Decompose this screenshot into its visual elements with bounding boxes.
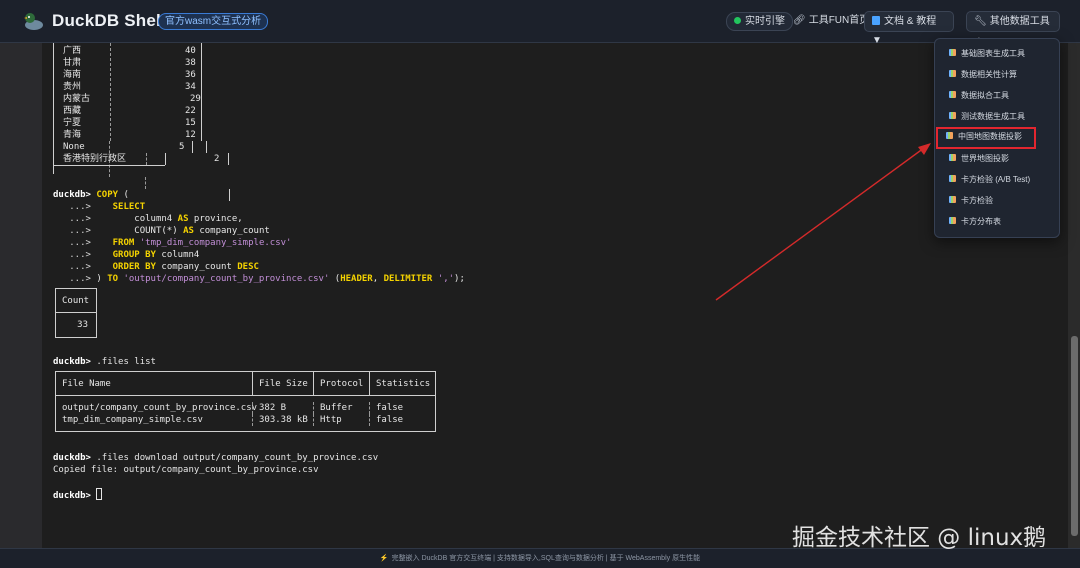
docs-label: 文档 & 教程 ▼ — [872, 16, 937, 46]
table-row: 甘肃 — [63, 58, 82, 68]
table-cell: 38 — [185, 58, 196, 68]
table-cell: Buffer — [314, 402, 370, 414]
book-icon — [872, 15, 880, 25]
home-link[interactable]: 🔗︎ 工具FUN首页 — [786, 12, 876, 31]
table-cell: 15 — [185, 118, 196, 128]
table-cell: 5 — [179, 142, 185, 152]
scrollbar-thumb[interactable] — [1071, 336, 1078, 536]
other-tools-menu: 基础图表生成工具 数据相关性计算 数据拟合工具 测试数据生成工具 中国地图数据投… — [934, 38, 1060, 238]
table-cell: 22 — [185, 106, 196, 116]
table-header-row: File Name File Size Protocol Statistics — [56, 372, 435, 396]
table-header: Protocol — [314, 372, 370, 395]
table-cell: 40 — [185, 46, 196, 56]
table-cell: 34 — [185, 82, 196, 92]
menu-item-basic-chart-tool[interactable]: 基础图表生成工具 — [941, 44, 1055, 63]
table-row: 海南 — [63, 70, 82, 80]
brand-title: DuckDB Shell — [52, 11, 166, 30]
lightning-icon: ⚡ — [379, 555, 389, 562]
table-body: output/company_count_by_province.csv 382… — [56, 396, 435, 431]
menu-item-chi-square-table[interactable]: 卡方分布表 — [941, 212, 1055, 231]
terminal-cursor — [96, 488, 103, 500]
table-divider — [110, 43, 111, 141]
menu-item-chi-square-ab-test[interactable]: 卡方检验 (A/B Test) — [941, 170, 1055, 189]
chart-icon — [946, 132, 953, 140]
chart-icon — [949, 91, 956, 99]
table-header: Count — [56, 289, 96, 313]
table-header: File Size — [253, 372, 314, 395]
table-row: 香港特别行政区 — [63, 154, 127, 164]
table-row: 宁夏 — [63, 118, 82, 128]
terminal-scrollbar[interactable] — [1068, 43, 1080, 548]
app-header: DuckDB Shell 官方wasm交互式分析 实时引擎 🔗︎ 工具FUN首页 … — [0, 0, 1080, 46]
table-cell: false — [376, 403, 404, 413]
table-header: Statistics — [376, 379, 431, 389]
table-cell: 36 — [185, 70, 196, 80]
table-row: 西藏 — [63, 106, 82, 116]
table-cell: 40 — [174, 43, 185, 45]
footer-text: 完整嵌入 DuckDB 官方交互终端 | 支持数据导入,SQL查询与数据分析 |… — [391, 555, 701, 562]
files-download-command: duckdb> .files download output/company_c… — [53, 453, 379, 463]
table-row: 贵州 — [63, 82, 82, 92]
table-cell: tmp_dim_company_simple.csv — [56, 414, 253, 426]
brand-badge: 官方wasm交互式分析 — [158, 13, 269, 30]
chart-icon — [949, 154, 956, 162]
table-cell: 382 B — [253, 402, 314, 414]
terminal-output: 山西 40 广西 40 甘肃 38 海南 36 贵州 34 内蒙古 29 西藏 … — [53, 43, 953, 501]
status-dot-icon — [734, 16, 741, 24]
table-border-left — [53, 43, 54, 174]
table-row: output/company_count_by_province.csv 382… — [56, 402, 435, 414]
menu-item-world-map-projection[interactable]: 世界地图投影 — [941, 149, 1055, 168]
home-link-label: 工具FUN首页 — [808, 15, 870, 26]
table-cell: 12 — [185, 130, 196, 140]
table-cell: 303.38 kB — [253, 414, 314, 426]
table-border-right — [201, 43, 202, 141]
table-cell: 2 — [214, 154, 220, 164]
table-cell: Http — [314, 414, 370, 426]
live-engine-status: 实时引擎 — [726, 12, 793, 31]
table-row: 广西 — [63, 46, 82, 56]
menu-item-china-map-projection[interactable]: 中国地图数据投影 — [936, 127, 1036, 149]
table-row: None — [63, 142, 85, 152]
duck-logo-icon — [24, 13, 43, 30]
duckdb-terminal[interactable]: 山西 40 广西 40 甘肃 38 海南 36 贵州 34 内蒙古 29 西藏 … — [42, 43, 1068, 548]
prompt: duckdb> — [53, 453, 91, 463]
table-cell: output/company_count_by_province.csv — [56, 402, 257, 414]
copied-file-message: Copied file: output/company_count_by_pro… — [53, 465, 319, 475]
input-line[interactable]: duckdb> — [53, 488, 953, 501]
table-row: tmp_dim_company_simple.csv 303.38 kB Htt… — [56, 414, 435, 426]
menu-item-test-data-generator[interactable]: 测试数据生成工具 — [941, 107, 1055, 126]
table-border-bottom — [53, 165, 165, 166]
files-result-table: File Name File Size Protocol Statistics … — [55, 371, 436, 432]
table-header: File Name — [56, 372, 253, 395]
live-engine-label: 实时引擎 — [745, 16, 785, 27]
docs-dropdown-button[interactable]: 文档 & 教程 ▼ — [864, 11, 954, 46]
table-row: 内蒙古 — [63, 94, 91, 104]
count-result-table: Count 33 — [55, 288, 97, 338]
chart-icon — [949, 112, 956, 120]
files-list-command: duckdb> .files list — [53, 357, 156, 367]
other-tools-dropdown-button[interactable]: 🔧︎其他数据工具 ▲ — [966, 11, 1060, 46]
chart-icon — [949, 217, 956, 225]
menu-item-chi-square-test[interactable]: 卡方检验 — [941, 191, 1055, 210]
prompt: duckdb> — [53, 491, 91, 501]
chart-icon — [949, 49, 956, 57]
table-row: 青海 — [63, 130, 82, 140]
chart-icon — [949, 196, 956, 204]
chart-icon — [949, 175, 956, 183]
menu-item-correlation[interactable]: 数据相关性计算 — [941, 65, 1055, 84]
prompt: duckdb> — [53, 357, 91, 367]
wrench-icon: 🔧︎ — [974, 16, 987, 27]
table-cell: 29 — [190, 94, 201, 104]
menu-item-data-fitting[interactable]: 数据拟合工具 — [941, 86, 1055, 105]
table-cell: false — [376, 415, 404, 425]
prompt: duckdb> — [53, 190, 91, 200]
link-icon: 🔗︎ — [793, 15, 806, 26]
copy-command: duckdb> COPY ( ...> SELECT ...> column4 … — [53, 190, 465, 284]
table-border-right-shift — [206, 141, 207, 153]
chart-icon — [949, 70, 956, 78]
watermark: 掘金技术社区 @ linux鹅 — [792, 525, 1047, 551]
table-cell: 33 — [77, 320, 88, 330]
